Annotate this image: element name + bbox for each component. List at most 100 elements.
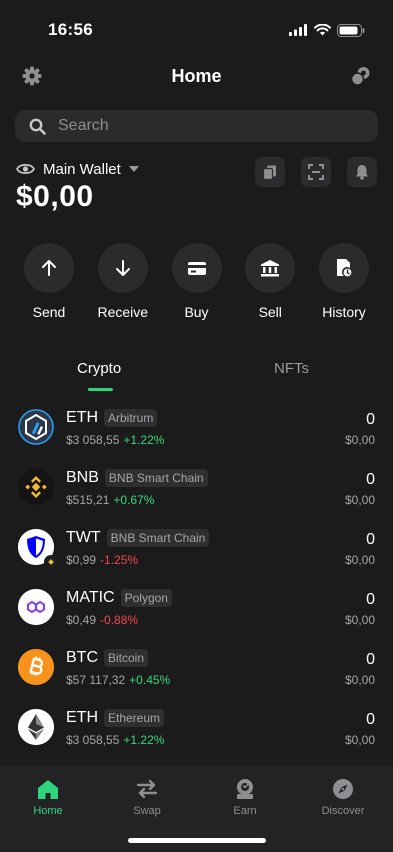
header: Home <box>0 58 393 94</box>
sell-button[interactable]: Sell <box>244 243 296 320</box>
network-tag: BNB Smart Chain <box>106 529 210 547</box>
asset-tabs: Crypto NFTs <box>0 360 393 392</box>
nav-earn[interactable]: Earn <box>205 778 285 817</box>
asset-row-eth-arbitrum[interactable]: ETH Arbitrum $3 058,55 +1.22% 0 $0,00 <box>0 400 393 460</box>
asset-price-line: $0,49 -0.88% <box>66 613 138 627</box>
home-indicator[interactable] <box>128 838 266 843</box>
battery-icon <box>337 23 365 37</box>
asset-amount: 0 <box>366 651 375 668</box>
wallet-balance: $0,00 <box>16 180 94 213</box>
asset-amount: 0 <box>366 591 375 608</box>
asset-value: $0,00 <box>344 433 375 447</box>
arbitrum-logo <box>18 409 54 445</box>
buy-button-circle[interactable] <box>171 243 222 293</box>
asset-change: +1.22% <box>123 433 165 447</box>
asset-row-matic[interactable]: MATIC Polygon $0,49 -0.88% 0 $0,00 <box>0 580 393 640</box>
network-tag: Arbitrum <box>104 409 158 427</box>
send-label: Send <box>32 304 66 320</box>
asset-change: +1.22% <box>123 733 165 747</box>
coins-button[interactable] <box>349 64 373 88</box>
compass-icon <box>333 779 353 799</box>
asset-amount: 0 <box>366 411 375 428</box>
sell-button-circle[interactable] <box>245 243 296 293</box>
asset-price: $3 058,55 <box>66 433 120 447</box>
asset-change: -0.88% <box>100 613 139 627</box>
signal-icon <box>289 24 307 36</box>
nav-home-label: Home <box>33 805 63 817</box>
network-tag: Bitcoin <box>104 649 149 667</box>
network-tag: Polygon <box>120 589 172 607</box>
gear-icon <box>22 66 42 86</box>
sell-label: Sell <box>258 304 282 320</box>
nav-discover[interactable]: Discover <box>303 778 383 817</box>
receive-button[interactable]: Receive <box>97 243 149 320</box>
search-input[interactable] <box>58 117 338 135</box>
send-button[interactable]: Send <box>23 243 75 320</box>
buy-button[interactable]: Buy <box>171 243 223 320</box>
asset-row-bnb[interactable]: BNB BNB Smart Chain $515,21 +0.67% 0 $0,… <box>0 460 393 520</box>
bnb-chain-badge-icon <box>44 555 58 569</box>
bitcoin-icon <box>18 649 54 685</box>
copy-button[interactable] <box>255 157 285 187</box>
asset-symbol: ETH <box>66 709 98 726</box>
search-bar[interactable] <box>15 110 378 142</box>
asset-row-eth-ethereum[interactable]: ETH Ethereum $3 058,55 +1.22% 0 $0,00 <box>0 700 393 760</box>
tab-nfts[interactable]: NFTs <box>274 360 309 377</box>
receive-label: Receive <box>97 304 149 320</box>
nav-discover-label: Discover <box>321 805 365 817</box>
action-buttons: Send Receive Buy Sell History <box>0 243 393 320</box>
bnb-icon <box>18 469 54 505</box>
asset-value: $0,00 <box>344 493 375 507</box>
asset-row-twt[interactable]: TWT BNB Smart Chain $0,99 -1.25% 0 $0,00 <box>0 520 393 580</box>
asset-symbol: BNB <box>66 469 99 486</box>
asset-row-btc[interactable]: BTC Bitcoin $57 117,32 +0.45% 0 $0,00 <box>0 640 393 700</box>
status-bar: 16:56 <box>0 0 393 54</box>
status-icons <box>289 23 365 37</box>
nav-swap[interactable]: Swap <box>107 778 187 817</box>
copy-icon <box>263 165 276 180</box>
nav-earn-label: Earn <box>233 805 257 817</box>
nav-home[interactable]: Home <box>8 778 88 817</box>
asset-price-line: $0,99 -1.25% <box>66 553 138 567</box>
asset-price-line: $515,21 +0.67% <box>66 493 154 507</box>
asset-price-line: $57 117,32 +0.45% <box>66 673 170 687</box>
history-label: History <box>322 304 366 320</box>
receive-button-circle[interactable] <box>97 243 148 293</box>
asset-title: ETH Ethereum <box>66 709 165 727</box>
asset-value: $0,00 <box>344 613 375 627</box>
asset-symbol: TWT <box>66 529 101 546</box>
settings-button[interactable] <box>20 64 44 88</box>
ethereum-logo <box>18 709 54 745</box>
asset-price-line: $3 058,55 +1.22% <box>66 733 164 747</box>
swap-icon <box>136 779 158 799</box>
arrow-up-icon <box>42 260 56 276</box>
polygon-logo <box>18 589 54 625</box>
ethereum-icon <box>18 709 54 745</box>
asset-price-line: $3 058,55 +1.22% <box>66 433 164 447</box>
tab-crypto[interactable]: Crypto <box>77 360 121 377</box>
active-tab-indicator <box>88 388 113 391</box>
notifications-button[interactable] <box>347 157 377 187</box>
bitcoin-logo <box>18 649 54 685</box>
asset-price: $3 058,55 <box>66 733 120 747</box>
history-icon <box>337 259 353 278</box>
asset-amount: 0 <box>366 471 375 488</box>
eye-icon[interactable] <box>16 162 35 176</box>
asset-title: MATIC Polygon <box>66 589 172 607</box>
asset-title: ETH Arbitrum <box>66 409 158 427</box>
asset-symbol: MATIC <box>66 589 115 606</box>
search-icon <box>29 118 46 135</box>
status-time: 16:56 <box>48 20 93 39</box>
asset-title: BTC Bitcoin <box>66 649 149 667</box>
asset-change: +0.67% <box>113 493 155 507</box>
send-button-circle[interactable] <box>24 243 74 293</box>
scan-button[interactable] <box>301 157 331 187</box>
asset-title: TWT BNB Smart Chain <box>66 529 210 547</box>
buy-label: Buy <box>184 304 209 320</box>
wallet-selector[interactable]: Main Wallet <box>16 158 139 180</box>
arbitrum-icon <box>18 409 54 445</box>
asset-symbol: BTC <box>66 649 98 666</box>
history-button-circle[interactable] <box>319 243 369 293</box>
coins-icon <box>351 67 370 86</box>
history-button[interactable]: History <box>318 243 370 320</box>
